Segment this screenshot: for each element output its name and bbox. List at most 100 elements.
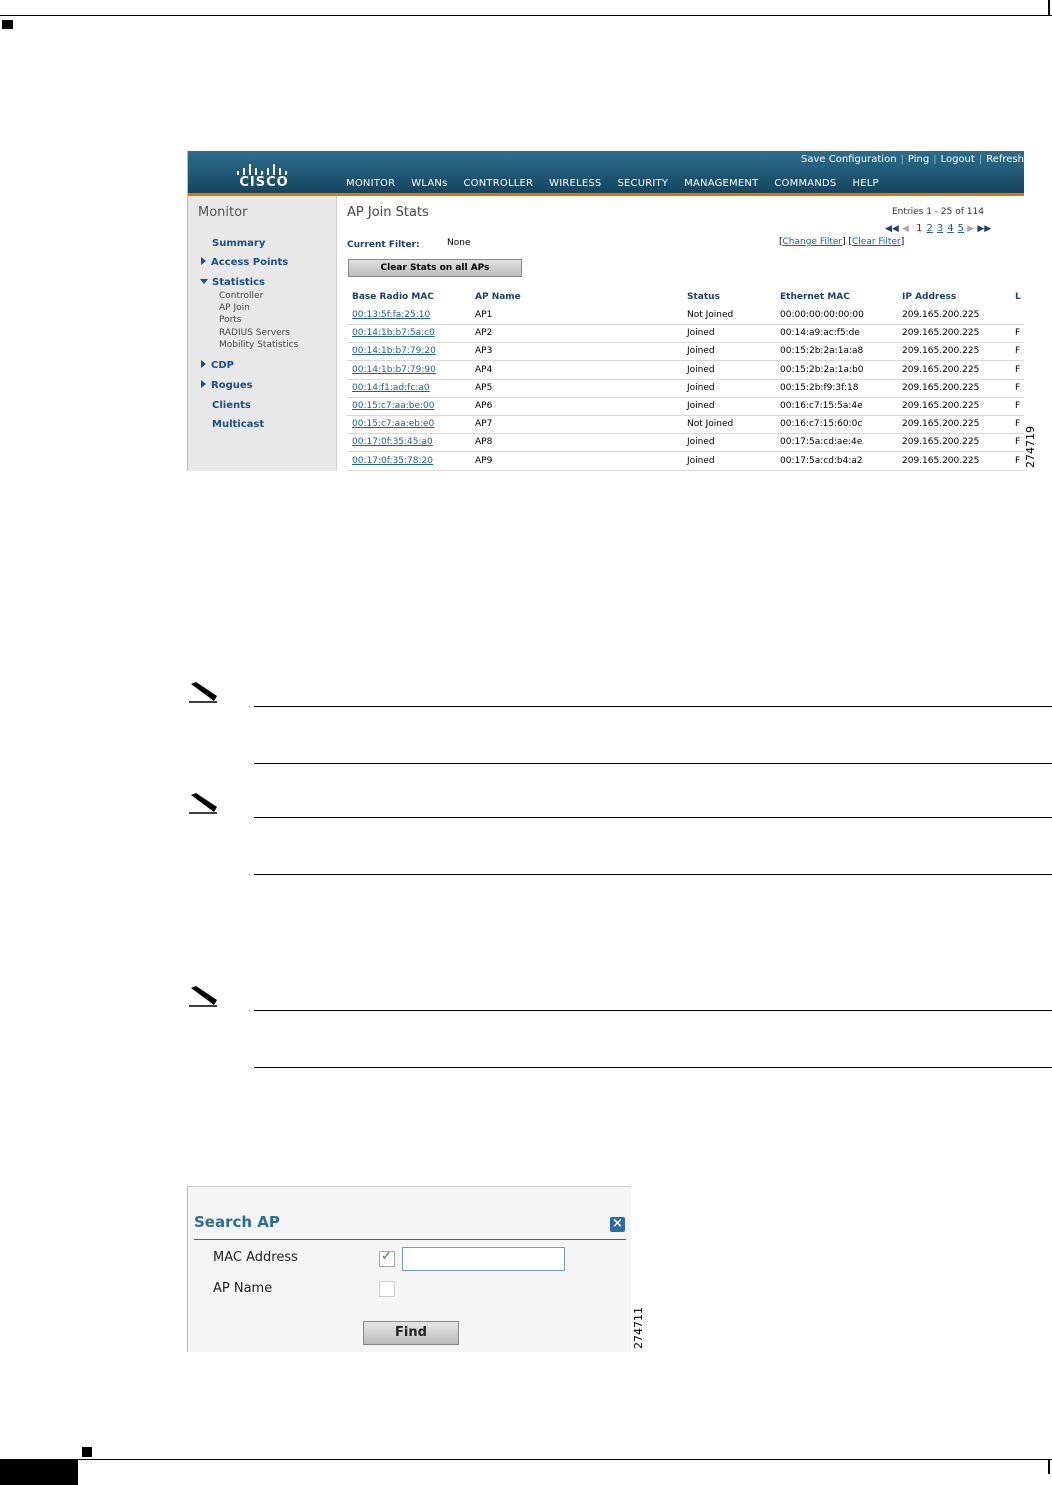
note-rule-bottom [254,874,1052,875]
table-cell: 209.165.200.225 [902,346,980,357]
base-radio-mac-link[interactable]: 00:14:f1:ad:fc:a0 [352,383,430,393]
base-radio-mac-link[interactable]: 00:14:1b:b7:79:90 [352,365,436,375]
column-header: Ethernet MAC [780,292,850,302]
filter-links: [Change Filter] [Clear Filter] [779,237,905,247]
cisco-wordmark: CISCO [239,175,289,190]
sidebar-sub-ports[interactable]: Ports [219,315,242,325]
table-row: 00:13:5f:fa:25:10 AP1 Not Joined 00:00:00:0… [347,306,1024,325]
table-cell: 209.165.200.225 [902,455,980,466]
nav-help[interactable]: HELP [852,178,878,189]
sidebar-item-cdp[interactable]: CDP [201,360,234,371]
sidebar-sub-controller[interactable]: Controller [219,291,263,301]
table-row: 00:17:0f:35:78:20 AP9 Joined 00:17:5a:cd:b4… [347,452,1024,471]
footer-tick [1048,1460,1050,1474]
sidebar-title: Monitor [198,205,248,220]
column-header: L [1015,292,1021,302]
column-header: IP Address [902,292,957,302]
current-filter-label: Current Filter: [347,240,420,250]
nav-commands[interactable]: COMMANDS [774,178,836,189]
table-cell: 00:17:5a:cd:b4:a2 [780,455,863,466]
title-divider [194,1239,626,1240]
column-header: Status [687,292,720,302]
table-cell: 209.165.200.225 [902,364,980,375]
find-button[interactable]: Find [363,1321,459,1345]
sidebar-item-summary[interactable]: Summary [212,238,265,249]
table-cell: AP4 [475,364,493,375]
table-cell: AP7 [475,419,493,430]
sidebar-item-access-points[interactable]: Access Points [201,257,288,268]
sidebar-item-multicast[interactable]: Multicast [212,419,264,430]
nav-monitor[interactable]: MONITOR [346,178,395,189]
base-radio-mac-link[interactable]: 00:17:0f:35:78:20 [352,456,433,466]
table-cell: Joined [687,455,715,466]
header-tick [1048,0,1050,15]
table-cell: Not Joined [687,310,734,320]
base-radio-mac-link[interactable]: 00:15:c7:aa:be:00 [352,401,434,411]
nav-management[interactable]: MANAGEMENT [684,178,758,189]
table-cell: 209.165.200.225 [902,382,980,393]
table-cell: 00:16:c7:15:5a:4e [780,401,863,411]
mac-address-checkbox[interactable]: ✓ [379,1249,395,1267]
page-1[interactable]: 1 [916,223,922,234]
expand-arrow-icon [201,380,206,388]
page-2[interactable]: 2 [927,223,933,234]
ap-name-checkbox[interactable] [379,1281,395,1297]
nav-controller[interactable]: CONTROLLER [464,178,534,189]
clear-stats-button[interactable]: Clear Stats on all APs [348,259,522,277]
table-cell: 00:15:2b:f9:3f:18 [780,382,859,393]
table-cell: Joined [687,437,715,448]
first-page-icon[interactable]: ◀◀ [885,224,899,234]
note-rule-top [254,1010,1052,1011]
table-cell: Joined [687,364,715,375]
base-radio-mac-link[interactable]: 00:14:1b:b7:79:20 [352,346,436,356]
base-radio-mac-link[interactable]: 00:13:5f:fa:25:10 [352,310,430,320]
table-cell: 00:14:a9:ac:f5:de [780,328,860,339]
table-cell: F [1015,455,1021,466]
next-page-icon[interactable]: ▶ [967,224,974,234]
table-cell: 209.165.200.225 [902,401,980,411]
nav-wireless[interactable]: WIRELESS [549,178,601,189]
save-configuration-link[interactable]: Save Configuration [801,154,897,165]
page-4[interactable]: 4 [947,223,953,234]
column-header: Base Radio MAC [352,292,434,302]
note-rule-top [254,706,1052,707]
sidebar-sub-radius-servers[interactable]: RADIUS Servers [219,328,290,338]
last-page-icon[interactable]: ▶▶ [977,224,991,234]
sidebar-sub-mobility-statistics[interactable]: Mobility Statistics [219,340,298,350]
page-3[interactable]: 3 [937,223,943,234]
logout-link[interactable]: Logout [941,154,975,165]
table-cell: AP8 [475,437,493,448]
sidebar-item-rogues[interactable]: Rogues [201,380,253,391]
expand-arrow-icon [201,257,206,265]
close-icon[interactable]: × [610,1217,625,1232]
figure-number: 274711 [632,1307,645,1349]
table-cell: F [1015,419,1021,430]
refresh-link[interactable]: Refresh [986,154,1024,165]
sidebar-sub-ap-join[interactable]: AP Join [219,303,250,313]
table-cell: AP1 [475,310,493,320]
nav-wlans[interactable]: WLANs [411,178,447,189]
sidebar-item-statistics[interactable]: Statistics [200,277,265,288]
prev-page-icon[interactable]: ◀ [902,224,909,234]
footer-tab [0,1460,78,1485]
page-5[interactable]: 5 [958,223,964,234]
ping-link[interactable]: Ping [908,154,929,165]
note-rule-bottom [254,1067,1052,1068]
base-radio-mac-link[interactable]: 00:14:1b:b7:5a:c0 [352,328,435,338]
table-cell: 00:15:2b:2a:1a:b0 [780,364,864,375]
mac-address-input[interactable] [402,1247,565,1271]
table-cell: 209.165.200.225 [902,328,980,339]
column-header: AP Name [475,292,521,302]
main-nav: MONITOR WLANs CONTROLLER WIRELESS SECURITY MA… [346,178,895,189]
clear-filter-link[interactable]: Clear Filter [852,237,901,247]
base-radio-mac-link[interactable]: 00:15:c7:aa:eb:e0 [352,419,434,429]
sidebar-item-clients[interactable]: Clients [212,400,251,411]
change-filter-link[interactable]: Change Filter [783,237,843,247]
table-cell: AP3 [475,346,493,357]
header-rule [0,15,1052,16]
expand-arrow-icon [201,360,206,368]
note-rule-top [254,817,1052,818]
nav-security[interactable]: SECURITY [617,178,668,189]
base-radio-mac-link[interactable]: 00:17:0f:35:45:a0 [352,437,433,447]
table-cell: F [1015,364,1021,375]
